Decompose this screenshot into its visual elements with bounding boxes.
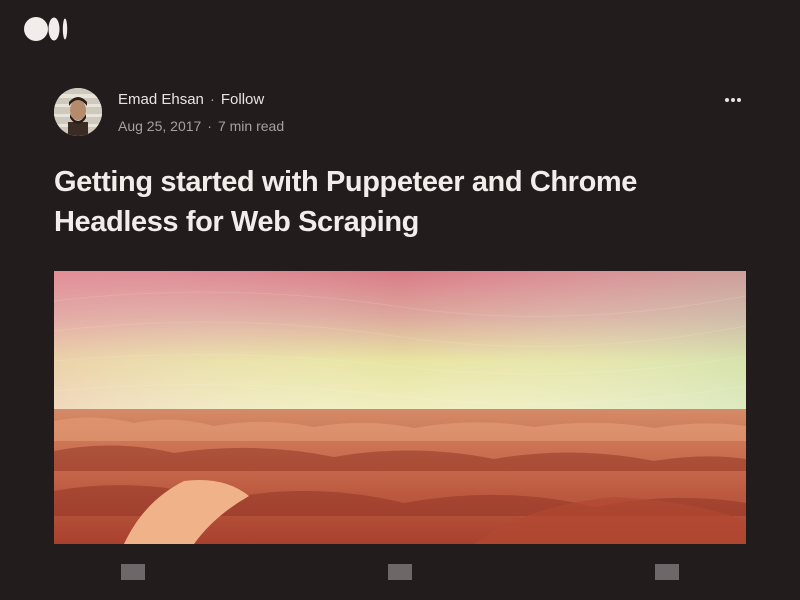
bottom-action-2-icon[interactable] bbox=[388, 564, 412, 580]
read-time: 7 min read bbox=[217, 118, 285, 134]
bottom-action-bar bbox=[0, 546, 800, 600]
desert-dunes-hero-image bbox=[54, 271, 746, 544]
article-title: Getting started with Puppeteer and Chrom… bbox=[54, 166, 637, 238]
more-options-icon[interactable] bbox=[724, 94, 742, 106]
bottom-action-3-icon[interactable] bbox=[655, 564, 679, 580]
article-page: Emad Ehsan · Follow Aug 25, 2017 · 7 min rea… bbox=[0, 0, 800, 600]
follow-button[interactable]: Follow bbox=[221, 91, 264, 108]
author-avatar[interactable] bbox=[54, 88, 102, 136]
article-header: Emad Ehsan · Follow Aug 25, 2017 · 7 min rea… bbox=[54, 88, 746, 138]
article-meta: Aug 25, 2017 · 7 min read bbox=[118, 118, 284, 134]
separator-dot: · bbox=[209, 91, 215, 108]
avatar-image bbox=[54, 88, 102, 136]
medium-logo-icon[interactable] bbox=[24, 16, 70, 42]
author-name[interactable]: Emad Ehsan bbox=[118, 91, 204, 108]
author-line: Emad Ehsan · Follow bbox=[118, 91, 264, 108]
separator-dot: · bbox=[207, 118, 212, 134]
bottom-action-1-icon[interactable] bbox=[121, 564, 145, 580]
hero-image bbox=[54, 271, 746, 544]
publish-date: Aug 25, 2017 bbox=[118, 118, 202, 134]
